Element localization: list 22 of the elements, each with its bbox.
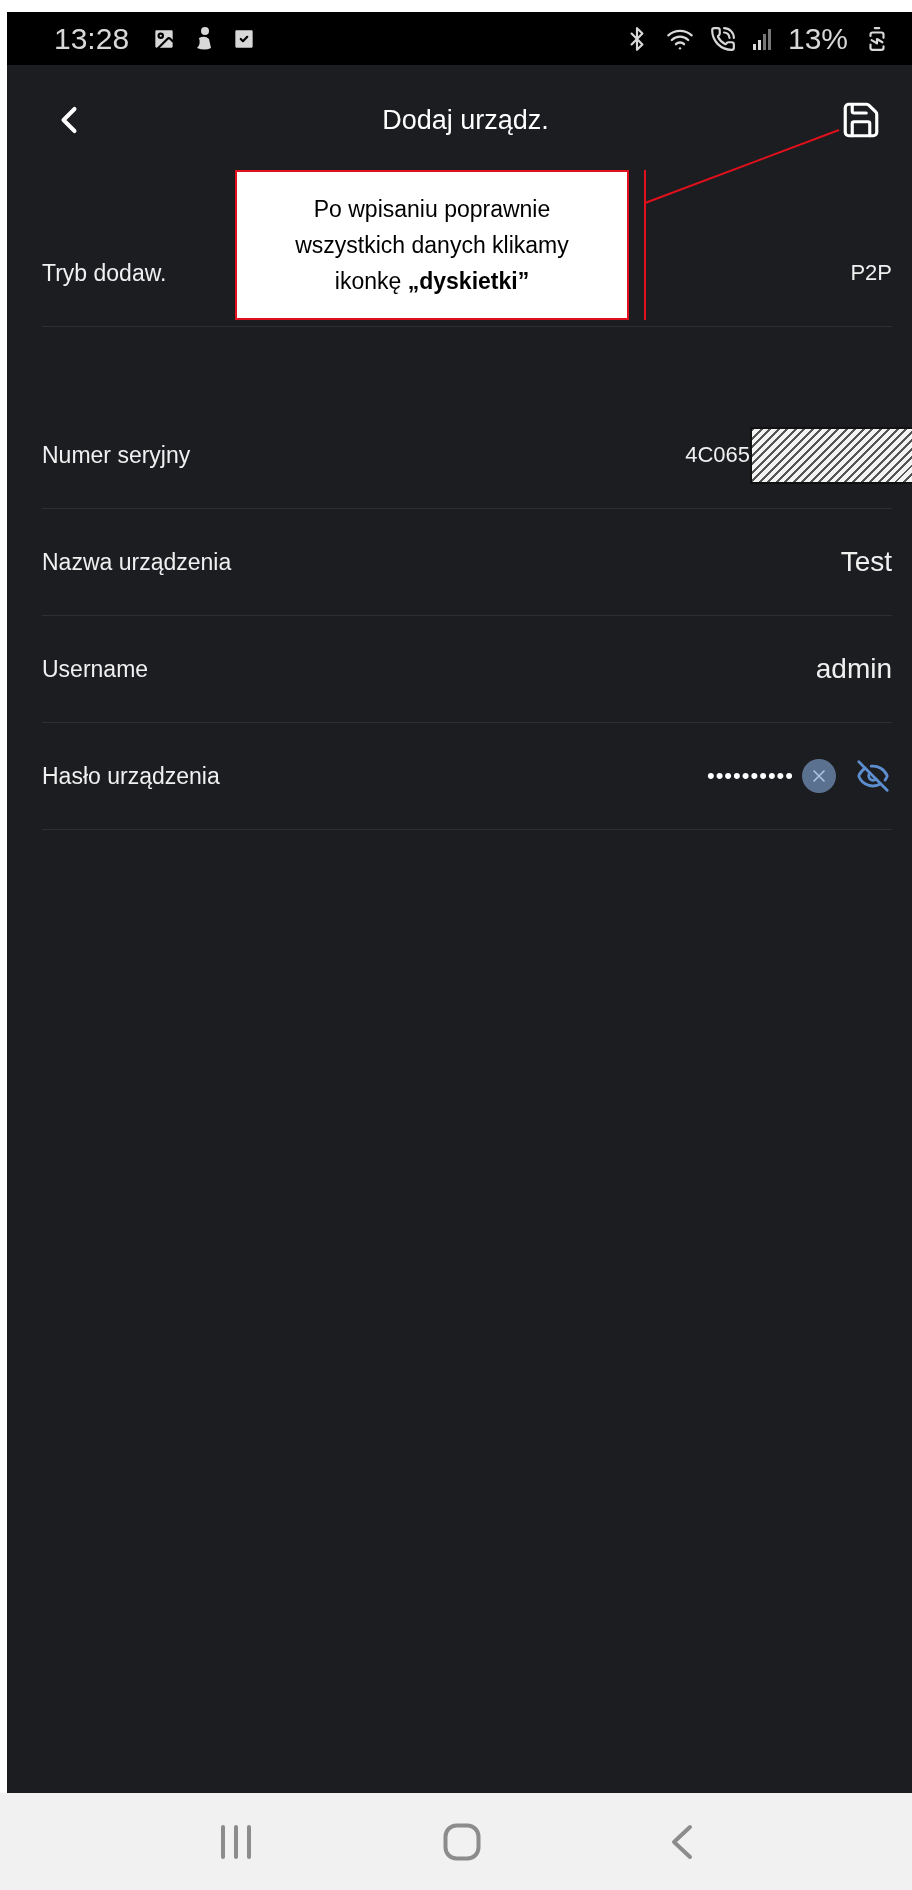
field-label: Tryb dodaw.	[42, 259, 167, 287]
callout-text: Po wpisaniu poprawnie wszystkich danych klikamy ikonkę „dyskietki”	[294, 195, 570, 296]
eye-off-icon	[856, 759, 890, 793]
field-label: Username	[42, 655, 149, 683]
screen-title: Dodaj urządz.	[381, 104, 550, 136]
field-value[interactable]: P2P	[850, 260, 892, 286]
field-label: Hasło urządzenia	[42, 762, 220, 790]
home-icon[interactable]	[443, 1822, 481, 1861]
back-icon[interactable]	[671, 1823, 693, 1860]
field-label: Nazwa urządzenia	[42, 548, 232, 576]
status-time: 13:28	[54, 21, 130, 56]
phone-call-icon	[709, 25, 736, 52]
password-field[interactable]: ••••••••••	[706, 763, 794, 789]
clear-button[interactable]	[802, 759, 836, 793]
signal-icon	[751, 27, 772, 50]
visibility-toggle[interactable]	[856, 759, 890, 793]
field-label: Numer seryjny	[42, 441, 191, 469]
battery-percent: 13%	[787, 21, 848, 56]
field-value[interactable]: 4C065	[685, 442, 750, 468]
field-value[interactable]: admin	[815, 653, 892, 685]
field-value[interactable]: Test	[840, 546, 892, 578]
recent-apps-icon[interactable]	[219, 1823, 253, 1860]
